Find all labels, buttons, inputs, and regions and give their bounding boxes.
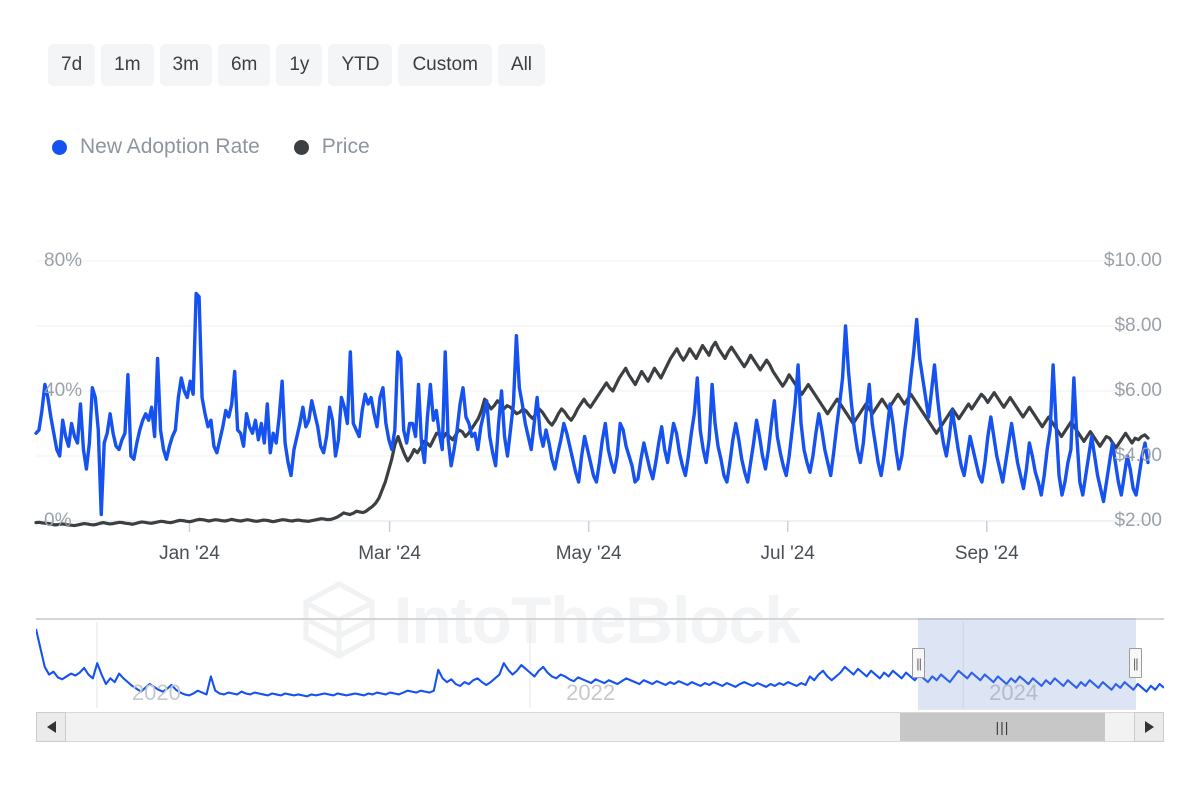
legend-marker-dot-icon (52, 140, 67, 155)
navigator[interactable]: 202020222024 || || (36, 618, 1164, 710)
x-axis-tick-label: Jul '24 (761, 543, 815, 565)
triangle-right-icon (1145, 721, 1154, 733)
x-axis-tick-label: Mar '24 (358, 543, 421, 565)
y-axis-left-tick: 0% (44, 510, 71, 532)
legend-label: New Adoption Rate (80, 135, 260, 159)
chart-legend: New Adoption Rate Price (52, 135, 370, 159)
y-axis-right-tick: $10.00 (1104, 250, 1162, 272)
scroll-right-button[interactable] (1134, 712, 1164, 742)
y-axis-right-tick: $2.00 (1114, 510, 1162, 532)
legend-item-adoption-rate[interactable]: New Adoption Rate (52, 135, 260, 159)
x-axis-tick-label: May '24 (556, 543, 622, 565)
y-axis-left-tick: 40% (44, 380, 82, 402)
chart-widget: 7d1m3m6m1yYTDCustomAll New Adoption Rate… (0, 0, 1200, 800)
plot-svg (0, 230, 1200, 590)
range-button-7d[interactable]: 7d (48, 44, 95, 86)
range-button-6m[interactable]: 6m (218, 44, 270, 86)
chart-scrollbar[interactable]: ||| (36, 712, 1164, 742)
x-axis-tick-label: Sep '24 (955, 543, 1019, 565)
y-axis-left-tick: 80% (44, 250, 82, 272)
range-selector: 7d1m3m6m1yYTDCustomAll (48, 44, 545, 86)
scrollbar-track[interactable]: ||| (66, 712, 1134, 742)
navigator-selection-mask[interactable] (918, 618, 1136, 710)
range-button-ytd[interactable]: YTD (328, 44, 392, 86)
x-axis-tick-label: Jan '24 (159, 543, 220, 565)
legend-marker-dot-icon (294, 140, 309, 155)
scrollbar-thumb-grip: ||| (996, 719, 1010, 735)
y-axis-right-tick: $4.00 (1114, 445, 1162, 467)
navigator-handle-left[interactable]: || (912, 648, 925, 678)
navigator-handle-right[interactable]: || (1129, 648, 1142, 678)
range-button-3m[interactable]: 3m (160, 44, 212, 86)
triangle-left-icon (47, 721, 56, 733)
y-axis-right-tick: $8.00 (1114, 315, 1162, 337)
main-plot-area: IntoTheBlock 0%40%80% $2.00$4.00$6.00$8.… (0, 230, 1200, 590)
range-button-all[interactable]: All (498, 44, 545, 86)
navigator-year-label: 2022 (566, 680, 615, 706)
range-button-custom[interactable]: Custom (398, 44, 491, 86)
navigator-handle-left-grip: || (916, 657, 921, 670)
legend-item-price[interactable]: Price (294, 135, 370, 159)
range-button-1m[interactable]: 1m (101, 44, 153, 86)
navigator-handle-right-grip: || (1133, 657, 1138, 670)
scrollbar-thumb[interactable]: ||| (900, 713, 1106, 741)
range-button-1y[interactable]: 1y (276, 44, 322, 86)
scroll-left-button[interactable] (36, 712, 66, 742)
navigator-year-label: 2020 (132, 680, 181, 706)
legend-label: Price (322, 135, 370, 159)
y-axis-right-tick: $6.00 (1114, 380, 1162, 402)
